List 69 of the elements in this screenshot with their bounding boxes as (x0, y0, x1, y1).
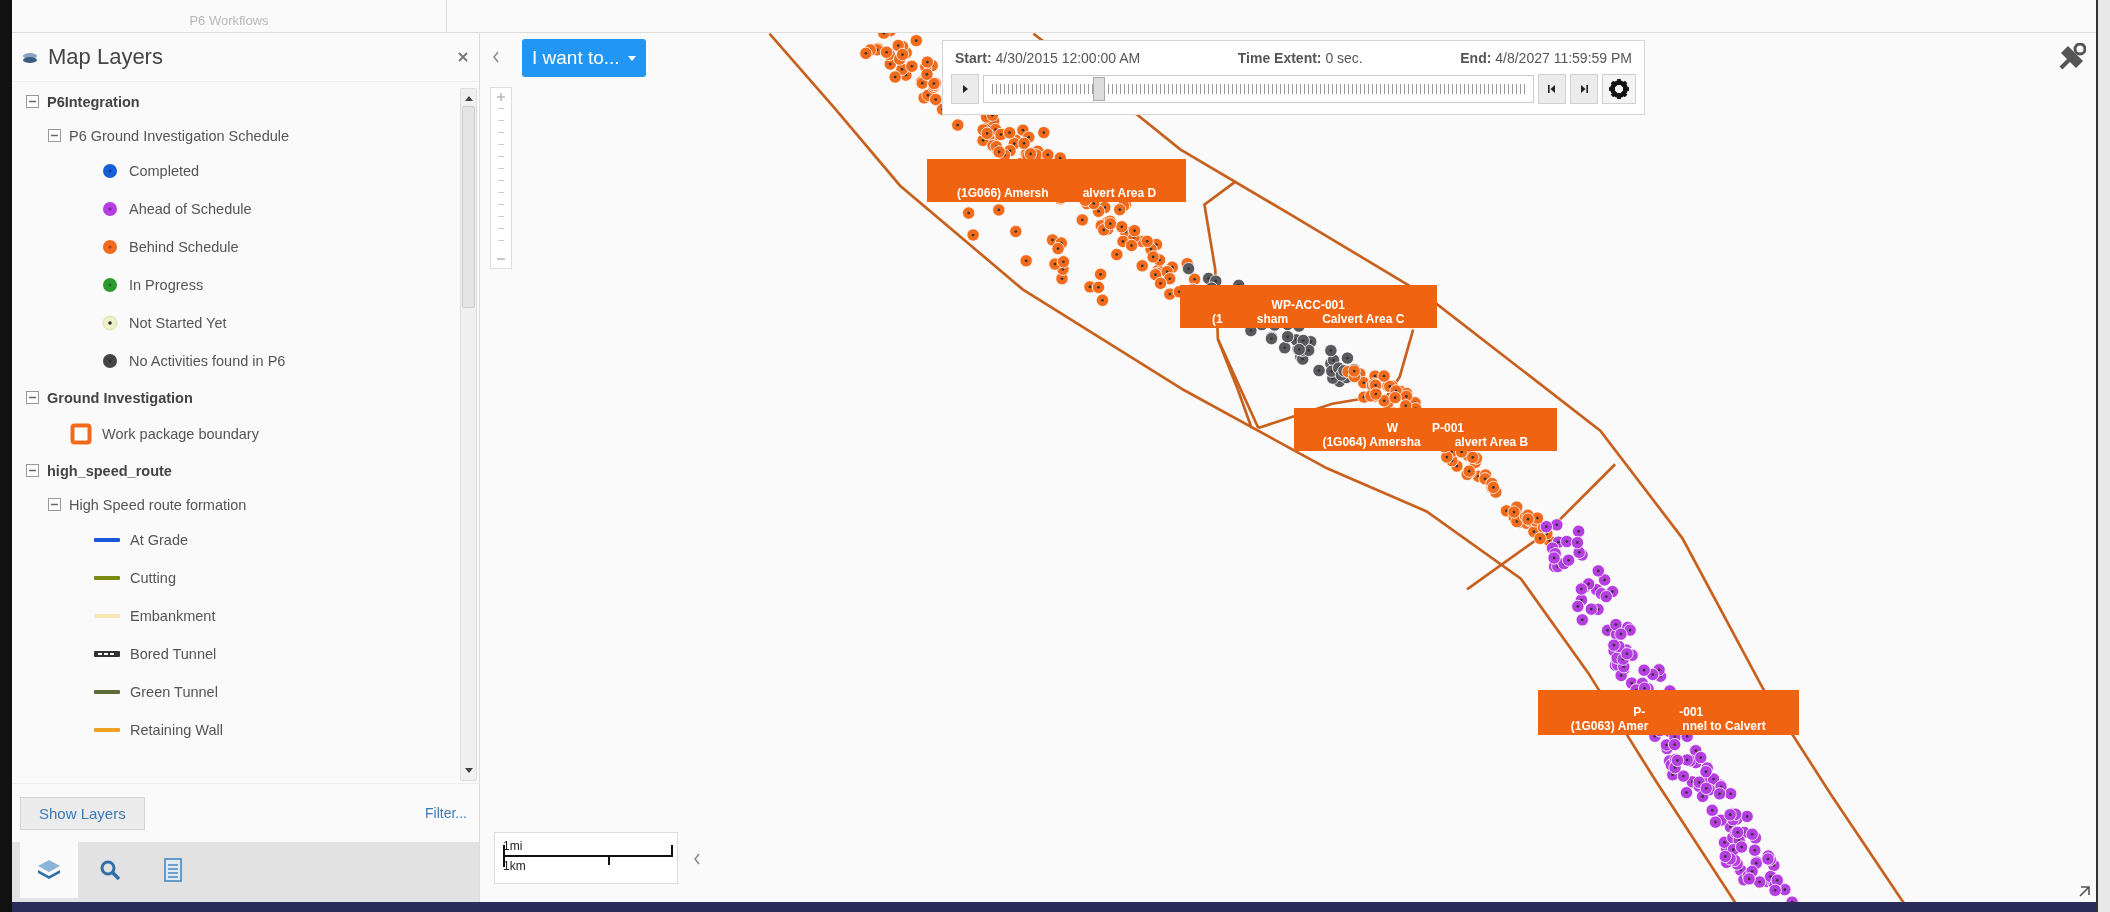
legend-label: Completed (129, 163, 200, 179)
previous-button[interactable] (1538, 74, 1566, 104)
scale-label: 1km (503, 858, 527, 873)
label-text: WP-ACC-001 (1271, 298, 1345, 313)
start-time-value: 4/30/2015 12:00:00 AM (995, 50, 1141, 66)
next-button[interactable] (1570, 74, 1598, 104)
legend-label: Green Tunnel (130, 684, 218, 700)
panel-title: Map Layers (48, 44, 164, 70)
label-text: alvert Area D (1082, 185, 1157, 200)
layers-icon (22, 50, 38, 64)
legend-label: Ahead of Schedule (129, 201, 252, 217)
label-text: Calvert Area C (1322, 312, 1405, 327)
label-text: nnel to Calvert (1682, 718, 1766, 733)
tools-icon[interactable] (2058, 43, 2086, 71)
settings-icon (1609, 79, 1629, 99)
expand-corner-icon[interactable] (2078, 884, 2092, 898)
legend-label: Not Started Yet (129, 315, 227, 331)
ribbon-group-label: P6 Workflows (189, 13, 269, 28)
legend-label: Behind Schedule (129, 239, 239, 255)
legend-label: Bored Tunnel (130, 646, 217, 662)
end-time-value: 4/8/2027 11:59:59 PM (1495, 50, 1632, 66)
time-slider-thumb[interactable] (1093, 77, 1106, 101)
legend-label: In Progress (129, 277, 204, 293)
label-text: -001 (1679, 704, 1704, 719)
label-text: sham (1256, 312, 1289, 327)
label-text: (1G064) Amersha (1322, 434, 1421, 449)
collapse-icon[interactable] (26, 95, 39, 108)
settings-button[interactable] (1602, 74, 1636, 104)
collapse-icon[interactable] (693, 853, 701, 865)
scrollbar-thumb[interactable] (462, 106, 475, 308)
time-extent-label: Time Extent: (1237, 50, 1322, 66)
legend-label: Work package boundary (102, 426, 259, 442)
time-slider-track[interactable] (983, 75, 1534, 103)
next-icon (1579, 84, 1589, 94)
caret-icon (627, 55, 636, 61)
layer-label[interactable]: P6 Ground Investigation Schedule (69, 127, 290, 144)
end-time-label: End: (1460, 50, 1492, 66)
start-time-label: Start: (955, 50, 992, 66)
collapse-icon[interactable] (26, 391, 39, 404)
play-button[interactable] (951, 74, 979, 104)
close-icon[interactable] (457, 51, 469, 63)
legend-label: Cutting (130, 570, 176, 586)
time-extent-value: 0 sec. (1325, 50, 1363, 66)
scroll-down-icon[interactable] (463, 767, 474, 774)
play-icon (960, 84, 970, 94)
filter-link[interactable]: Filter... (425, 805, 467, 821)
legend-label: No Activities found in P6 (129, 353, 286, 369)
layer-group-label[interactable]: high_speed_route (47, 462, 172, 479)
layer-group-label[interactable]: P6Integration (47, 93, 140, 110)
collapse-panel-icon[interactable] (492, 51, 500, 63)
layer-group-label[interactable]: Ground Investigation (47, 389, 193, 406)
scale-label: 1mi (503, 838, 524, 855)
collapse-icon[interactable] (26, 464, 39, 477)
legend-label: Retaining Wall (130, 722, 223, 738)
label-text: W (1386, 420, 1398, 435)
collapse-icon[interactable] (48, 498, 61, 511)
show-layers-button[interactable]: Show Layers (20, 796, 145, 830)
previous-icon (1547, 84, 1557, 94)
layer-label[interactable]: High Speed route formation (69, 496, 247, 513)
legend-label: At Grade (130, 532, 189, 548)
label-text: alvert Area B (1454, 434, 1529, 449)
label-text: P- (1633, 704, 1646, 719)
legend-label: Embankment (130, 608, 216, 624)
scroll-up-icon[interactable] (463, 95, 474, 102)
label-text: (1G066) Amersh (957, 185, 1049, 200)
label-text: P-001 (1432, 420, 1464, 435)
collapse-icon[interactable] (48, 129, 61, 142)
label-text: (1G063) Amer (1570, 718, 1649, 733)
label-text: (1 (1212, 312, 1223, 327)
